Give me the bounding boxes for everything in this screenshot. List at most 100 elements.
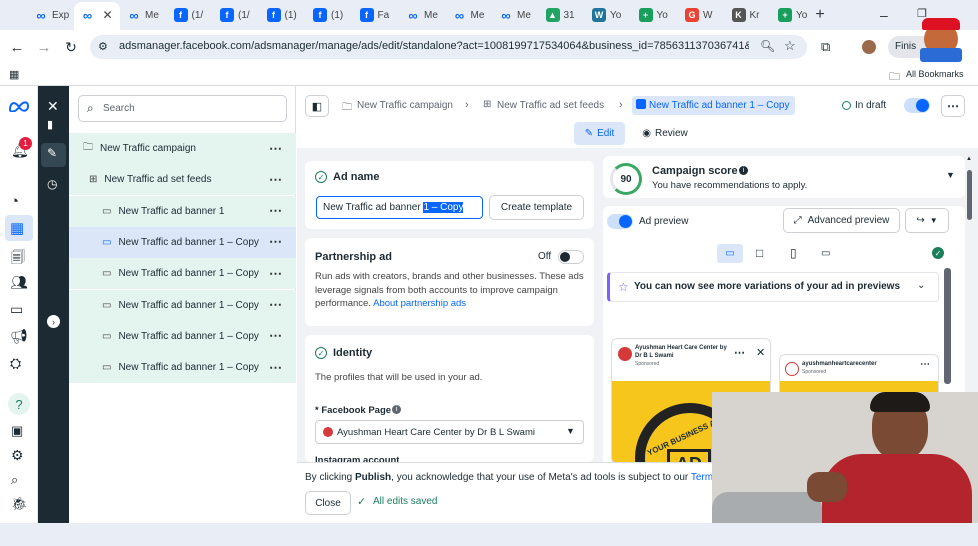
browser-tab[interactable]: f (1) [313, 5, 343, 25]
more-options-icon[interactable]: ⋯ [269, 141, 282, 157]
settings-gear-icon[interactable]: ⚙ [11, 447, 24, 464]
tree-item-ad[interactable]: ▭ New Traffic ad banner 1 – Copy ⋯ [69, 226, 296, 258]
zoom-icon[interactable]: 🔍︎ [760, 39, 775, 53]
breadcrumb-campaign[interactable]: New Traffic campaign [357, 100, 453, 111]
close-button[interactable]: Close [305, 491, 351, 515]
extensions-icon[interactable]: ⧉ [821, 39, 830, 55]
close-icon[interactable]: ✕ [756, 346, 765, 359]
variations-banner[interactable]: ☆ You can now see more variations of you… [607, 272, 939, 302]
more-options-icon[interactable]: ⋯ [269, 297, 282, 313]
breadcrumb-separator: › [465, 99, 469, 111]
more-options-icon[interactable]: ⋯ [269, 234, 282, 250]
about-partnership-link[interactable]: About partnership ads [373, 298, 466, 309]
share-dropdown-button[interactable]: ↪ ▼ [905, 208, 949, 233]
tree-item-campaign[interactable]: 🗀 New Traffic campaign ⋯ [69, 133, 296, 164]
more-options-icon[interactable]: ⋯ [269, 328, 282, 344]
create-template-button[interactable]: Create template [489, 195, 584, 220]
advanced-preview-button[interactable]: ⤢ Advanced preview [783, 208, 900, 233]
back-icon[interactable]: ← [9, 39, 25, 56]
device-landscape-icon[interactable]: ▭ [821, 248, 830, 259]
browser-tab[interactable]: ∞ Me [499, 5, 531, 25]
forward-icon[interactable]: → [36, 39, 52, 56]
charts-icon[interactable]: ▮ [47, 118, 53, 131]
campaign-score-card[interactable]: 90 Campaign score i You have recommendat… [603, 156, 965, 198]
catalog-icon[interactable]: ▣ [11, 423, 23, 439]
browser-tab[interactable]: ∞ Me [127, 5, 159, 25]
device-phone-icon[interactable]: ▯ [790, 246, 797, 260]
profile-avatar[interactable] [862, 40, 876, 54]
campaigns-table-icon[interactable]: ▦ [10, 219, 24, 237]
tree-search-input[interactable]: ⌕ Search [78, 95, 287, 122]
browser-tab[interactable]: GW [685, 5, 712, 25]
apps-grid-icon[interactable]: ▦ [9, 68, 19, 81]
browser-tab[interactable]: f (1) [266, 5, 297, 25]
tree-item-ad[interactable]: ▭ New Traffic ad banner 1 – Copy ⋯ [69, 289, 296, 321]
preview-scrollbar[interactable] [944, 268, 951, 384]
device-square-icon[interactable]: □ [756, 246, 763, 260]
minimize-icon[interactable]: – [880, 7, 888, 23]
browser-tab[interactable]: ∞ Me [406, 5, 438, 25]
new-tab-button[interactable]: + [812, 6, 828, 23]
browser-tab[interactable]: K Kr [731, 5, 760, 25]
meta-logo-icon[interactable] [8, 100, 30, 112]
pages-icon[interactable]: 🗐 [11, 247, 25, 271]
browser-tab[interactable]: ∞ Exp [34, 5, 69, 25]
help-icon[interactable]: ? [8, 393, 30, 415]
browser-tab[interactable]: f Fa [359, 5, 390, 25]
breadcrumb-ad[interactable]: New Traffic ad banner 1 – Copy [649, 100, 789, 111]
toggle-sidebar-icon[interactable]: ◧ [305, 95, 329, 117]
more-options-icon[interactable]: ⋯ [269, 360, 282, 376]
browser-tab[interactable]: + Yo [778, 5, 807, 25]
megaphone-icon[interactable]: 📢︎ [10, 328, 28, 345]
audiences-icon[interactable]: 👥︎ [10, 274, 28, 291]
tree-item-ad[interactable]: ▭ New Traffic ad banner 1 – Copy ⋯ [69, 258, 296, 290]
more-options-icon[interactable]: ⋯ [269, 172, 282, 188]
history-clock-icon[interactable]: ◷ [47, 177, 57, 191]
tree-item-adset[interactable]: ⊞ New Traffic ad set feeds ⋯ [69, 164, 296, 196]
info-icon[interactable]: i [739, 166, 748, 175]
reload-icon[interactable]: ↻ [63, 39, 79, 55]
expand-chevron-icon[interactable]: › [47, 315, 60, 328]
tree-item-ad[interactable]: ▭ New Traffic ad banner 1 ⋯ [69, 195, 296, 227]
url-text[interactable]: adsmanager.facebook.com/adsmanager/manag… [119, 40, 749, 52]
device-desktop-mobile-icon[interactable]: ▭ [717, 244, 743, 263]
publish-toggle[interactable] [904, 98, 930, 113]
tree-item-ad[interactable]: ▭ New Traffic ad banner 1 – Copy ⋯ [69, 352, 296, 384]
edit-mode-tab[interactable]: ✎ Edit [574, 122, 625, 145]
facebook-page-select[interactable]: Ayushman Heart Care Center by Dr B L Swa… [315, 420, 584, 444]
tree-item-ad[interactable]: ▭ New Traffic ad banner 1 – Copy ⋯ [69, 320, 296, 352]
browser-tab[interactable]: + Yo [638, 5, 668, 25]
browser-tab[interactable]: W Yo [592, 5, 621, 25]
all-bookmarks-link[interactable]: All Bookmarks [906, 69, 964, 79]
browser-tab[interactable]: f (1/ [220, 5, 250, 25]
more-icon[interactable]: ⋯ [920, 359, 930, 370]
close-tab-icon[interactable]: ✕ [103, 8, 113, 22]
more-icon[interactable]: ⋯ [734, 346, 745, 359]
site-info-icon[interactable]: ⚙ [98, 40, 108, 53]
close-editor-icon[interactable]: ✕ [47, 98, 59, 115]
breadcrumb-adset[interactable]: New Traffic ad set feeds [497, 100, 604, 111]
browser-tab[interactable]: ∞ Me [453, 5, 485, 25]
browser-tab[interactable]: f (1/ [173, 5, 203, 25]
dashboard-gauge-icon[interactable]: ◔ [10, 193, 19, 210]
ad-name-input[interactable]: New Traffic ad banner 1 – Copy [316, 196, 483, 219]
more-options-icon[interactable]: ⋯ [941, 95, 965, 117]
more-options-icon[interactable]: ⋯ [269, 203, 282, 219]
bookmark-star-icon[interactable]: ☆ [784, 38, 796, 54]
share-icon: ↪ [916, 215, 925, 226]
tab-label: Fa [377, 9, 390, 21]
address-bar[interactable]: ⚙ adsmanager.facebook.com/adsmanager/man… [90, 35, 807, 59]
pencil-icon[interactable]: ✎ [47, 146, 57, 160]
partnership-toggle[interactable] [558, 250, 584, 264]
more-options-icon[interactable]: ⋯ [269, 266, 282, 282]
ad-preview-toggle[interactable] [607, 214, 633, 229]
caret-down-icon[interactable]: ▼ [946, 170, 955, 180]
billing-card-icon[interactable]: ▭ [10, 301, 23, 318]
info-icon[interactable]: i [392, 405, 401, 414]
review-mode-tab[interactable]: ◉ Review [634, 122, 696, 145]
browser-tab[interactable]: ▲ 31 [545, 5, 575, 25]
browser-tab[interactable]: ∞ ✕ [81, 5, 113, 25]
network-icon[interactable]: ⛭ [10, 355, 21, 372]
bug-report-icon[interactable]: 🐞︎ [11, 496, 28, 512]
search-icon[interactable]: ⌕ [11, 472, 18, 488]
